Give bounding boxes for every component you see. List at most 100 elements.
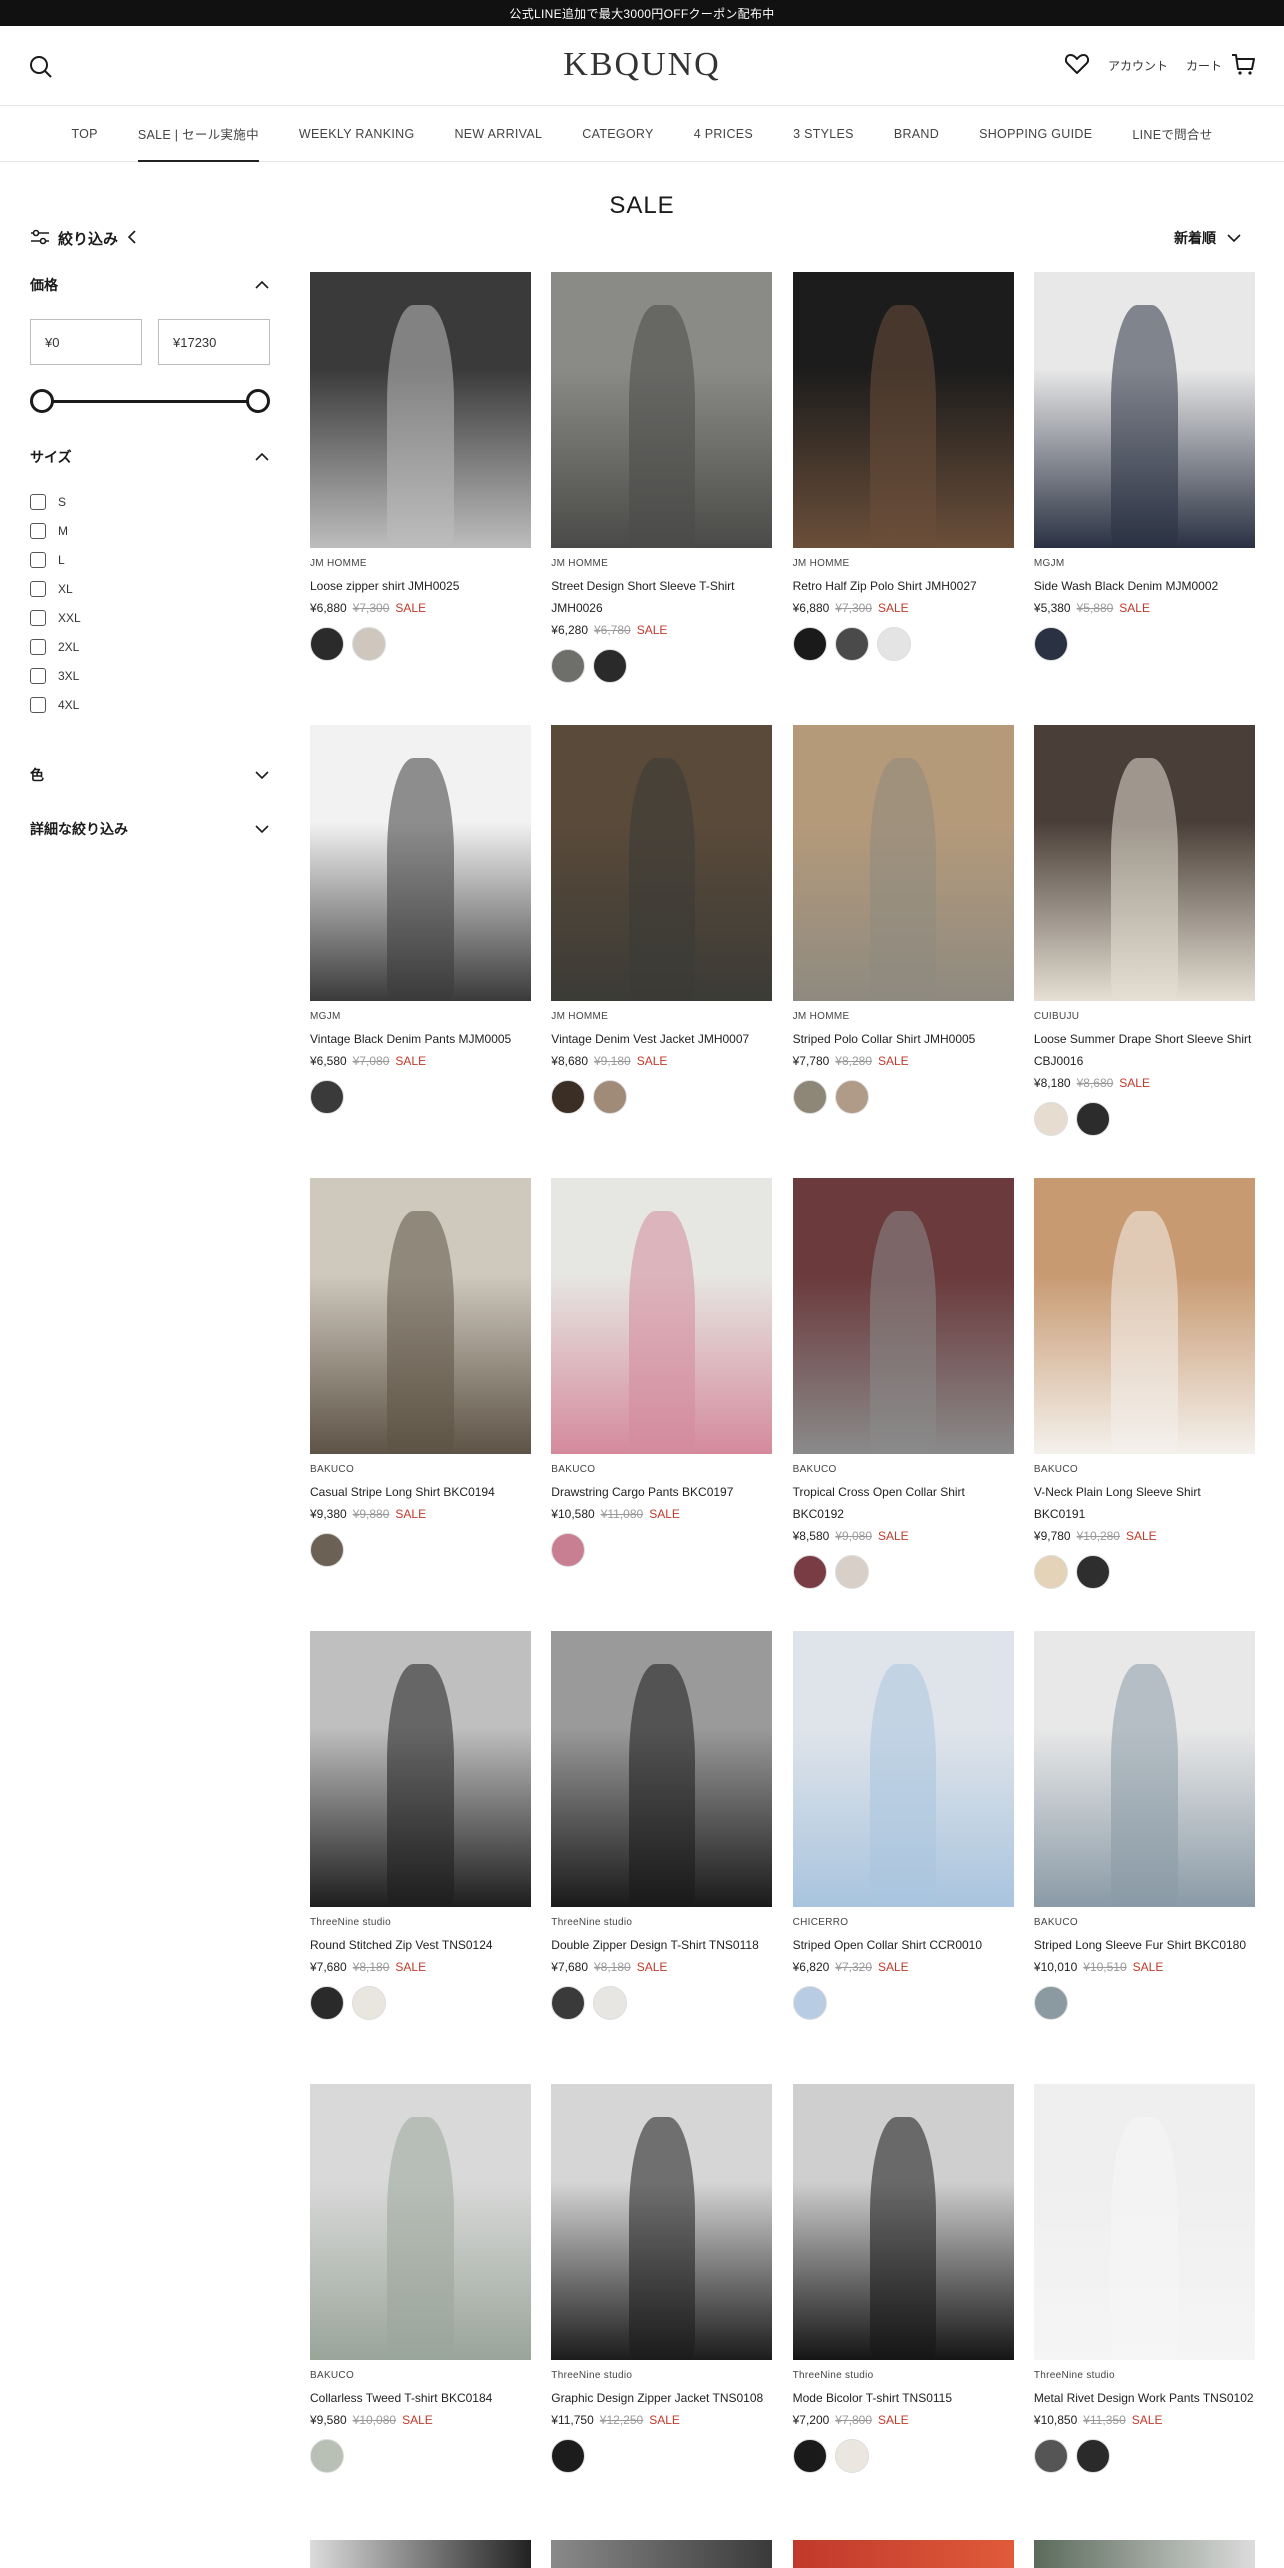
price-range-slider[interactable]	[30, 389, 270, 413]
color-swatch[interactable]	[1033, 627, 1068, 661]
nav-item[interactable]: CATEGORY	[582, 106, 653, 162]
color-swatch[interactable]	[310, 1080, 344, 1114]
color-filter-header[interactable]: 色	[30, 765, 270, 785]
advanced-filter-header[interactable]: 詳細な絞り込み	[30, 819, 270, 839]
color-swatch[interactable]	[834, 627, 869, 661]
nav-item[interactable]: LINEで問合せ	[1132, 106, 1212, 162]
product-card[interactable]: BAKUCO Drawstring Cargo Pants BKC0197 ¥10,…	[551, 1178, 773, 1631]
size-option[interactable]: L	[30, 545, 270, 574]
size-checkbox[interactable]	[30, 667, 46, 684]
product-card[interactable]: BAKUCO V-Neck Plain Long Sleeve Shirt BKC…	[1033, 1178, 1255, 1631]
color-swatch[interactable]	[792, 2439, 827, 2473]
product-card[interactable]: ThreeNine studio Double Zipper Design T-S…	[551, 1631, 773, 2084]
product-image[interactable]	[551, 272, 773, 548]
nav-item[interactable]: TOP	[71, 106, 97, 162]
size-option[interactable]: S	[30, 487, 270, 516]
color-swatch[interactable]	[876, 627, 911, 661]
product-card[interactable]: CHICERRO Striped Open Collar Shirt CCR001…	[792, 1631, 1014, 2084]
product-card[interactable]: JM HOMME Retro Half Zip Polo Shirt JMH002…	[792, 272, 1014, 725]
color-swatch[interactable]	[792, 1555, 827, 1589]
price-range-max-handle[interactable]	[246, 389, 270, 413]
product-name[interactable]: Round Stitched Zip Vest TNS0124	[310, 1934, 531, 1956]
color-swatch[interactable]	[1075, 1555, 1110, 1589]
product-card[interactable]: CUIBUJU Loose Summer Drape Short Sleeve S…	[1033, 725, 1255, 1178]
product-image[interactable]	[792, 272, 1014, 548]
product-image[interactable]	[1033, 272, 1255, 548]
size-option[interactable]: M	[30, 516, 270, 545]
color-swatch[interactable]	[792, 1986, 827, 2020]
product-card[interactable]: BAKUCO Tropical Cross Open Collar Shirt B…	[792, 1178, 1014, 1631]
product-name[interactable]: Double Zipper Design T-Shirt TNS0118	[551, 1934, 772, 1956]
product-image[interactable]	[1033, 1631, 1255, 1907]
price-filter-header[interactable]: 価格	[30, 275, 270, 295]
nav-item[interactable]: BRAND	[894, 106, 939, 162]
color-swatch[interactable]	[1033, 1986, 1068, 2020]
color-swatch[interactable]	[551, 1080, 586, 1114]
product-card[interactable]: JM HOMME Vintage Denim Vest Jacket JMH000…	[551, 725, 773, 1178]
color-swatch[interactable]	[593, 1986, 628, 2020]
announcement-bar[interactable]: 公式LINE追加で最大3000円OFFクーポン配布中	[0, 0, 1284, 26]
price-range-min-handle[interactable]	[30, 389, 54, 413]
size-filter-header[interactable]: サイズ	[30, 447, 270, 467]
color-swatch[interactable]	[792, 627, 827, 661]
product-image[interactable]	[1033, 2084, 1255, 2360]
product-name[interactable]: Loose Summer Drape Short Sleeve Shirt CB…	[1034, 1028, 1255, 1072]
product-name[interactable]: Striped Open Collar Shirt CCR0010	[793, 1934, 1014, 1956]
product-image[interactable]	[310, 2084, 531, 2360]
product-card[interactable]: ThreeNine studio Metal Rivet Design Work …	[1033, 2084, 1255, 2537]
color-swatch[interactable]	[551, 1986, 586, 2020]
nav-item[interactable]: 4 PRICES	[694, 106, 753, 162]
color-swatch[interactable]	[834, 2439, 869, 2473]
product-image[interactable]	[310, 1178, 531, 1454]
site-logo[interactable]: KBQUNQ	[563, 46, 720, 83]
product-image[interactable]	[1033, 1178, 1255, 1454]
color-swatch[interactable]	[1075, 1102, 1110, 1136]
product-name[interactable]: Striped Polo Collar Shirt JMH0005	[793, 1028, 1014, 1050]
product-card[interactable]: ThreeNine studio Round Stitched Zip Vest …	[310, 1631, 531, 2084]
product-name[interactable]: Vintage Denim Vest Jacket JMH0007	[551, 1028, 772, 1050]
color-swatch[interactable]	[310, 1986, 344, 2020]
wishlist-button[interactable]	[1064, 52, 1090, 79]
color-swatch[interactable]	[593, 649, 628, 683]
size-checkbox[interactable]	[30, 551, 46, 568]
color-swatch[interactable]	[551, 2439, 586, 2473]
search-icon[interactable]	[28, 54, 54, 80]
product-name[interactable]: Vintage Black Denim Pants MJM0005	[310, 1028, 531, 1050]
color-swatch[interactable]	[551, 649, 586, 683]
product-name[interactable]: Casual Stripe Long Shirt BKC0194	[310, 1481, 531, 1503]
color-swatch[interactable]	[310, 1533, 344, 1567]
size-checkbox[interactable]	[30, 580, 46, 597]
product-image[interactable]	[1033, 725, 1255, 1001]
size-option[interactable]: 4XL	[30, 690, 270, 719]
size-option[interactable]: 3XL	[30, 661, 270, 690]
product-image[interactable]	[551, 2084, 773, 2360]
product-image[interactable]	[551, 1631, 773, 1907]
product-image[interactable]	[792, 725, 1014, 1001]
size-checkbox[interactable]	[30, 493, 46, 510]
product-name[interactable]: Collarless Tweed T-shirt BKC0184	[310, 2387, 531, 2409]
product-image[interactable]	[310, 2540, 531, 2568]
size-checkbox[interactable]	[30, 522, 46, 539]
product-name[interactable]: Street Design Short Sleeve T-Shirt JMH00…	[551, 575, 772, 619]
sort-dropdown[interactable]: 新着順	[1174, 228, 1242, 248]
product-image[interactable]	[792, 2084, 1014, 2360]
product-image[interactable]	[792, 2540, 1014, 2568]
color-swatch[interactable]	[1033, 1555, 1068, 1589]
size-option[interactable]: XXL	[30, 603, 270, 632]
nav-item[interactable]: WEEKLY RANKING	[299, 106, 415, 162]
color-swatch[interactable]	[310, 627, 344, 661]
filter-toggle-button[interactable]: 絞り込み	[30, 228, 270, 249]
product-image[interactable]	[310, 1631, 531, 1907]
account-link[interactable]: アカウント	[1108, 57, 1168, 74]
product-card[interactable]: MGJM Vintage Black Denim Pants MJM0005 ¥6,…	[310, 725, 531, 1178]
product-name[interactable]: V-Neck Plain Long Sleeve Shirt BKC0191	[1034, 1481, 1255, 1525]
size-checkbox[interactable]	[30, 696, 46, 713]
product-card[interactable]: BAKUCO Casual Stripe Long Shirt BKC0194 ¥9…	[310, 1178, 531, 1631]
product-card[interactable]: BAKUCO Collarless Tweed T-shirt BKC0184 ¥9…	[310, 2084, 531, 2537]
nav-item[interactable]: 3 STYLES	[793, 106, 854, 162]
announcement-text[interactable]: 公式LINE追加で最大3000円OFFクーポン配布中	[509, 5, 774, 22]
color-swatch[interactable]	[1033, 1102, 1068, 1136]
product-image[interactable]	[1033, 2540, 1255, 2568]
color-swatch[interactable]	[551, 1533, 586, 1567]
product-name[interactable]: Metal Rivet Design Work Pants TNS0102	[1034, 2387, 1255, 2409]
